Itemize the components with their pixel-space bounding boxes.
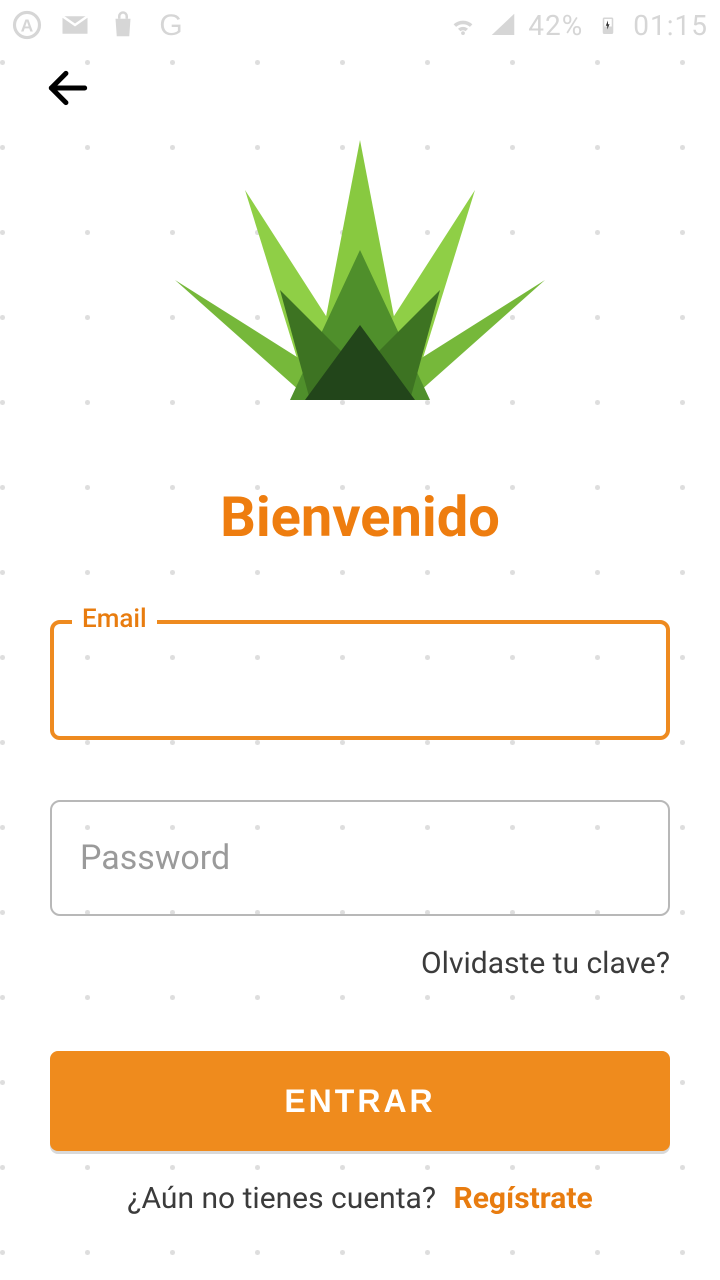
no-account-text: ¿Aún no tienes cuenta? [127,1181,436,1216]
status-bar-left: A G [12,10,186,40]
svg-text:G: G [159,10,182,40]
forgot-password-link[interactable]: Olvidaste tu clave? [421,946,670,981]
register-row: ¿Aún no tienes cuenta? Regístrate [127,1181,592,1216]
svg-text:A: A [21,15,34,35]
mail-icon [60,10,90,40]
app-circle-a-icon: A [12,10,42,40]
crown-leaf-logo-icon [160,405,560,424]
password-field-wrap: Password [50,800,670,916]
clock-text: 01:15 [633,9,708,42]
enter-button[interactable]: ENTRAR [50,1051,670,1151]
battery-charging-icon [593,10,623,40]
register-link[interactable]: Regístrate [453,1181,592,1216]
signal-icon [488,10,518,40]
email-field[interactable] [50,620,670,740]
shopping-bag-icon [108,10,138,40]
google-g-icon: G [156,10,186,40]
status-bar: A G 42% 01:15 [0,0,720,50]
login-content: Bienvenido Email Password Olvidaste tu c… [0,130,720,1280]
welcome-title: Bienvenido [220,484,500,550]
app-logo [160,140,560,424]
login-screen: Bienvenido Email Password Olvidaste tu c… [0,50,720,1280]
email-label: Email [72,604,157,634]
back-button[interactable] [40,62,96,118]
wifi-icon [448,10,478,40]
password-field[interactable] [50,800,670,916]
app-bar [0,50,720,130]
forgot-row: Olvidaste tu clave? [50,946,670,981]
email-field-wrap: Email [50,620,670,740]
arrow-left-icon [43,63,93,117]
status-bar-right: 42% 01:15 [448,9,708,42]
battery-text: 42% [528,9,583,42]
